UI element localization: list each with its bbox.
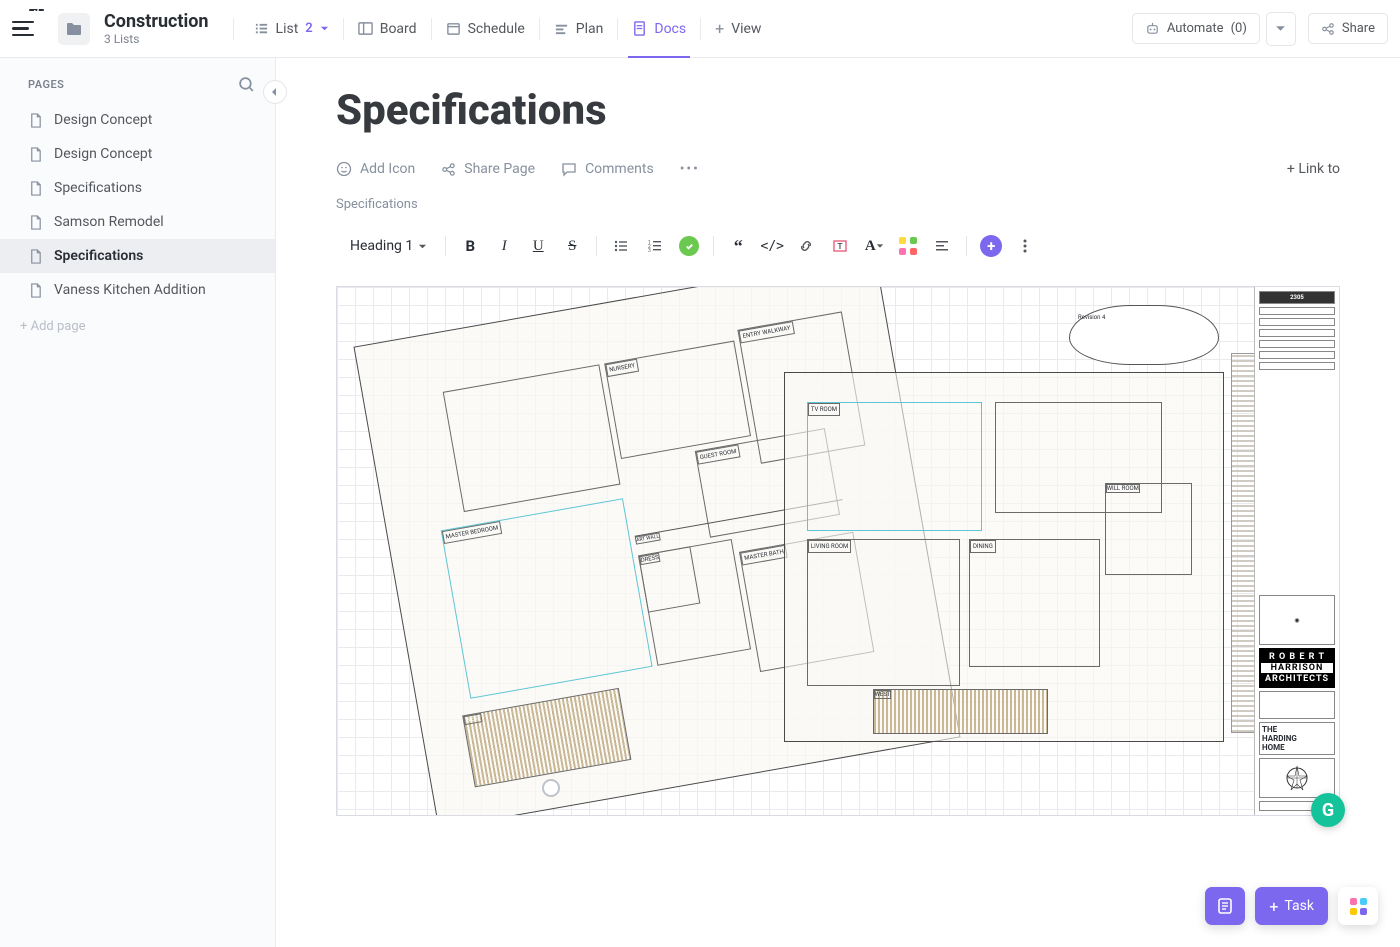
notification-badge: 3 <box>29 9 44 12</box>
view-docs[interactable]: Docs <box>618 0 700 57</box>
sidebar-page-1[interactable]: Design Concept <box>0 137 275 171</box>
align-button[interactable] <box>928 232 956 260</box>
view-tabs: List 2 Board Schedule Plan Docs + View <box>240 0 776 57</box>
sidebar: PAGES Design ConceptDesign ConceptSpecif… <box>0 58 276 947</box>
underline-button[interactable]: U <box>524 232 552 260</box>
view-plan[interactable]: Plan <box>540 0 618 57</box>
view-board[interactable]: Board <box>344 0 431 57</box>
document-main: Specifications Add Icon Share Page Comme… <box>276 58 1400 947</box>
image-slider-handle[interactable] <box>542 779 560 797</box>
add-icon-action[interactable]: Add Icon <box>336 161 415 177</box>
share-button[interactable]: Share <box>1308 13 1388 44</box>
toolbar-more[interactable] <box>1011 232 1039 260</box>
checklist-button[interactable] <box>675 232 703 260</box>
sidebar-page-2[interactable]: Specifications <box>0 171 275 205</box>
text-color-button[interactable]: A <box>860 232 888 260</box>
floating-actions: +Task <box>1205 887 1378 925</box>
view-add[interactable]: + View <box>701 0 775 57</box>
italic-button[interactable]: I <box>490 232 518 260</box>
heading-select[interactable]: Heading 1 <box>342 234 435 258</box>
share-page-action[interactable]: Share Page <box>441 161 535 177</box>
sidebar-page-3[interactable]: Samson Remodel <box>0 205 275 239</box>
view-list[interactable]: List 2 <box>240 0 343 57</box>
apps-button[interactable] <box>1338 887 1378 925</box>
add-page[interactable]: + Add page <box>0 307 275 346</box>
numbered-list-button[interactable]: 123 <box>641 232 669 260</box>
bullet-list-button[interactable] <box>607 232 635 260</box>
link-to-action[interactable]: + Link to <box>1287 161 1340 177</box>
more-actions[interactable]: ••• <box>680 161 700 177</box>
highlight-button[interactable] <box>894 232 922 260</box>
link-button[interactable] <box>792 232 820 260</box>
menu-icon[interactable]: 3 <box>12 14 42 44</box>
new-task-button[interactable]: +Task <box>1255 887 1328 925</box>
quote-button[interactable]: “ <box>724 232 752 260</box>
svg-text:3: 3 <box>648 248 651 254</box>
sidebar-page-5[interactable]: Vaness Kitchen Addition <box>0 273 275 307</box>
workspace-title: Construction <box>104 11 209 32</box>
search-icon[interactable] <box>238 76 255 93</box>
blueprint-title-block: 2305 ◉ R O B E R T HARRISON ARCHITECTS T… <box>1254 287 1339 815</box>
sidebar-page-0[interactable]: Design Concept <box>0 103 275 137</box>
top-bar: 3 Construction 3 Lists List 2 Board Sche… <box>0 0 1400 58</box>
revision-cloud: Revision 4 <box>1069 305 1219 365</box>
view-schedule[interactable]: Schedule <box>432 0 539 57</box>
bold-button[interactable]: B <box>456 232 484 260</box>
strikethrough-button[interactable]: S <box>558 232 586 260</box>
sidebar-page-4[interactable]: Specifications <box>0 239 275 273</box>
sidebar-heading: PAGES <box>28 78 64 91</box>
doc-breadcrumb: Specifications <box>336 197 1340 212</box>
sidebar-collapse[interactable] <box>263 80 287 104</box>
editor-toolbar: Heading 1 B I U S 123 “ </> T A + <box>336 224 1340 268</box>
insert-button[interactable]: + <box>977 232 1005 260</box>
code-button[interactable]: </> <box>758 232 786 260</box>
automate-dropdown[interactable] <box>1266 12 1296 46</box>
doc-title[interactable]: Specifications <box>336 86 1340 135</box>
grammarly-icon[interactable]: G <box>1311 793 1345 827</box>
workspace-subtitle: 3 Lists <box>104 32 209 46</box>
workspace-title-block[interactable]: Construction 3 Lists <box>104 11 209 46</box>
notepad-button[interactable] <box>1205 887 1245 925</box>
text-box-button[interactable]: T <box>826 232 854 260</box>
folder-icon[interactable] <box>58 13 90 45</box>
automate-button[interactable]: Automate (0) <box>1132 13 1260 44</box>
blueprint-image[interactable]: NURSERY ENTRY WALKWAY GUEST ROOM MASTER … <box>336 286 1340 816</box>
comments-action[interactable]: Comments <box>561 161 654 177</box>
svg-text:T: T <box>838 242 843 251</box>
